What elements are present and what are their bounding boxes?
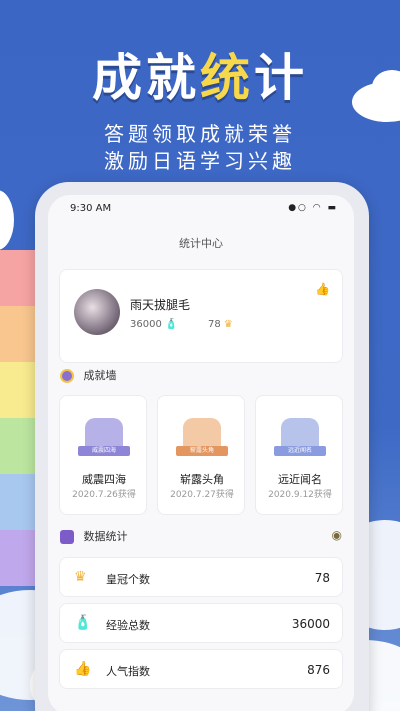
headline-text-1: 成就 xyxy=(92,49,200,107)
stat-label: 皇冠个数 xyxy=(106,573,150,586)
badge-name: 崭露头角 xyxy=(180,473,224,486)
avatar[interactable] xyxy=(74,289,120,335)
badge-date: 2020.7.26获得 xyxy=(72,490,136,500)
headline-highlight: 统 xyxy=(200,49,254,107)
stats-heading: 数据统计 ◉ xyxy=(60,528,342,544)
stat-value: 36000 xyxy=(291,617,330,631)
experience-value: 36000 xyxy=(130,319,162,330)
status-icons: ●○ ◠ ▬ xyxy=(288,203,338,213)
like-hand-icon: 👍 xyxy=(74,661,92,677)
badge-date: 2020.7.27获得 xyxy=(170,490,234,500)
cloud-decoration xyxy=(0,190,14,250)
stat-label: 人气指数 xyxy=(106,665,150,678)
achievement-heading: 成就墙 xyxy=(60,367,117,383)
page-title: 统计中心 xyxy=(179,237,223,250)
stat-value: 876 xyxy=(307,663,330,677)
badge-date: 2020.9.12获得 xyxy=(268,490,332,500)
trophy-icon xyxy=(60,369,74,383)
badge-name: 远近闻名 xyxy=(278,473,322,486)
username: 雨天拔腿毛 xyxy=(130,298,191,312)
badge-card[interactable]: 远近闻名 远近闻名 2020.9.12获得 xyxy=(255,395,343,515)
chart-icon xyxy=(60,530,74,544)
badge-ribbon: 威震四海 xyxy=(78,446,130,456)
badge-card[interactable]: 威震四海 威震四海 2020.7.26获得 xyxy=(59,395,147,515)
profile-card[interactable]: 雨天拔腿毛 36000 🧴 78 ♛ 👍 xyxy=(59,269,343,363)
stat-label: 经验总数 xyxy=(106,619,150,632)
lightning-bottle-icon: 🧴 xyxy=(165,319,178,330)
subtitle-line-1: 答题领取成就荣誉 xyxy=(104,122,296,146)
headline-text-2: 计 xyxy=(254,49,308,107)
status-time: 9:30 AM xyxy=(70,203,112,214)
badge-ribbon: 崭露头角 xyxy=(176,446,228,456)
stat-value: 78 xyxy=(314,571,330,585)
subtitle-line-2: 激励日语学习兴趣 xyxy=(104,149,296,173)
stat-row-popularity: 👍 人气指数 876 xyxy=(59,649,343,689)
phone-screen: 9:30 AM ●○ ◠ ▬ 统计中心 雨天拔腿毛 36000 🧴 78 ♛ 👍… xyxy=(48,195,354,711)
stats-heading-label: 数据统计 xyxy=(83,530,128,543)
stat-row-experience: 🧴 经验总数 36000 xyxy=(59,603,343,643)
crown-value: 78 xyxy=(208,319,221,330)
crown-icon: ♛ xyxy=(74,569,87,585)
crown-icon: ♛ xyxy=(223,319,233,330)
badge-name: 威震四海 xyxy=(82,473,126,486)
achievement-badges: 威震四海 威震四海 2020.7.26获得 崭露头角 崭露头角 2020.7.2… xyxy=(59,395,343,515)
headline: 成就统计 xyxy=(0,38,400,110)
thumbs-up-icon[interactable]: 👍 xyxy=(315,282,330,296)
achievement-heading-label: 成就墙 xyxy=(83,369,117,382)
badge-card[interactable]: 崭露头角 崭露头角 2020.7.27获得 xyxy=(157,395,245,515)
status-bar: 9:30 AM ●○ ◠ ▬ xyxy=(48,195,354,223)
badge-ribbon: 远近闻名 xyxy=(274,446,326,456)
stat-row-crowns: ♛ 皇冠个数 78 xyxy=(59,557,343,597)
experience-stat: 36000 🧴 xyxy=(130,319,177,330)
eye-toggle-icon[interactable]: ◉ xyxy=(332,528,342,542)
crown-stat: 78 ♛ xyxy=(208,319,233,330)
lightning-bottle-icon: 🧴 xyxy=(74,615,92,631)
